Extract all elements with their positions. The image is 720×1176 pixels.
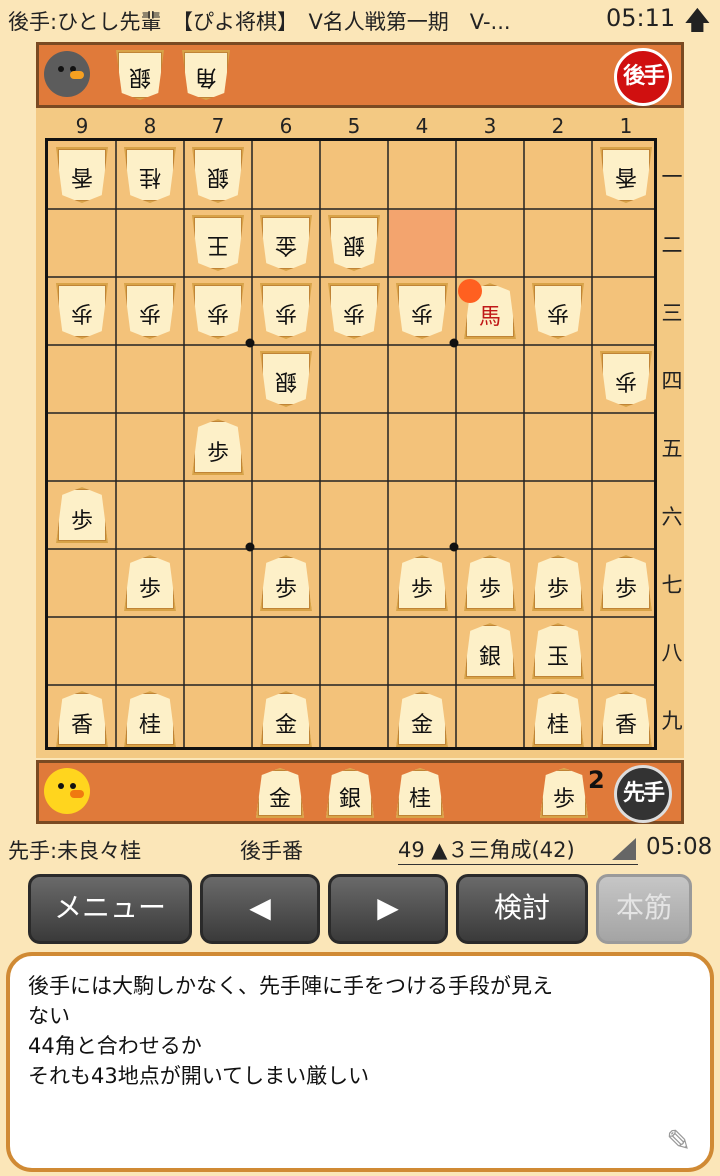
comment-line: それも43地点が開いてしまい厳しい <box>28 1064 370 1088</box>
row-label: 九 <box>661 709 683 733</box>
gote-piece[interactable]: 銀 <box>192 147 244 203</box>
gote-hand-piece[interactable]: 銀 <box>116 50 164 100</box>
gote-piece[interactable]: 歩 <box>192 283 244 339</box>
sente-piece[interactable]: 歩 <box>464 555 516 611</box>
upload-arrow-icon: 🡅 <box>684 6 711 36</box>
row-label: 六 <box>661 505 683 529</box>
turn-indicator: 後手番 <box>240 839 303 863</box>
sente-hand-piece[interactable]: 桂 <box>396 768 444 818</box>
row-label: 八 <box>661 641 683 665</box>
sente-piece[interactable]: 歩 <box>192 419 244 475</box>
pencil-icon[interactable]: ✎ <box>666 1124 691 1159</box>
comment-line: 後手には大駒しかなく、先手陣に手をつける手段が見え <box>28 974 553 998</box>
sente-piece[interactable]: 香 <box>56 691 108 747</box>
menu-button[interactable]: メニュー <box>28 874 192 944</box>
column-label: 1 <box>619 114 633 138</box>
sente-piece[interactable]: 歩 <box>260 555 312 611</box>
gote-avatar[interactable] <box>44 51 90 97</box>
move-selector[interactable]: 49 ▲３三角成(42) <box>398 834 638 865</box>
column-label: 2 <box>551 114 565 138</box>
gote-piece[interactable]: 歩 <box>600 351 652 407</box>
sente-piece[interactable]: 金 <box>260 691 312 747</box>
mainline-button: 本筋 <box>596 874 692 944</box>
sente-piece[interactable]: 歩 <box>396 555 448 611</box>
comment-line: ない <box>28 1004 70 1028</box>
window-title: 後手:ひとし先輩 【ぴよ将棋】 V名人戦第一期 V-... <box>8 10 511 34</box>
sente-piece[interactable]: 歩 <box>124 555 176 611</box>
comment-line: 44角と合わせるか <box>28 1034 202 1058</box>
sente-player-name: 先手:未良々桂 <box>8 839 142 863</box>
row-label: 四 <box>661 369 683 393</box>
pawn-count: 2 <box>588 766 605 794</box>
sente-piece[interactable]: 香 <box>600 691 652 747</box>
sente-piece[interactable]: 桂 <box>532 691 584 747</box>
sente-hand-piece[interactable]: 歩 <box>540 768 588 818</box>
dropdown-corner-icon <box>612 838 636 860</box>
gote-piece[interactable]: 歩 <box>328 283 380 339</box>
last-move-origin-highlight <box>389 210 455 276</box>
comment-box[interactable]: 後手には大駒しかなく、先手陣に手をつける手段が見え ない 44角と合わせるか そ… <box>6 952 714 1172</box>
column-label: 3 <box>483 114 497 138</box>
gote-piece[interactable]: 歩 <box>532 283 584 339</box>
sente-piece[interactable]: 歩 <box>532 555 584 611</box>
sente-badge: 先手 <box>614 765 672 823</box>
analyze-button[interactable]: 検討 <box>456 874 588 944</box>
gote-piece[interactable]: 香 <box>56 147 108 203</box>
sente-hand-piece[interactable]: 金 <box>256 768 304 818</box>
column-label: 4 <box>415 114 429 138</box>
column-label: 8 <box>143 114 157 138</box>
sente-piece[interactable]: 歩 <box>600 555 652 611</box>
row-label: 五 <box>661 437 683 461</box>
last-move-marker <box>458 279 482 303</box>
sente-piece[interactable]: 歩 <box>56 487 108 543</box>
row-label: 七 <box>661 573 683 597</box>
gote-piece[interactable]: 桂 <box>124 147 176 203</box>
sente-piece[interactable]: 桂 <box>124 691 176 747</box>
clock: 05:11 <box>606 4 676 32</box>
sente-piece[interactable]: 玉 <box>532 623 584 679</box>
column-label: 5 <box>347 114 361 138</box>
gote-badge: 後手 <box>614 48 672 106</box>
gote-piece[interactable]: 香 <box>600 147 652 203</box>
gote-piece[interactable]: 歩 <box>124 283 176 339</box>
gote-hand-piece[interactable]: 角 <box>182 50 230 100</box>
column-label: 6 <box>279 114 293 138</box>
next-move-button[interactable]: ▶ <box>328 874 448 944</box>
prev-move-button[interactable]: ◀ <box>200 874 320 944</box>
elapsed-time: 05:08 <box>646 834 713 860</box>
sente-hand-piece[interactable]: 銀 <box>326 768 374 818</box>
row-label: 三 <box>661 301 683 325</box>
column-label: 7 <box>211 114 225 138</box>
column-label: 9 <box>75 114 89 138</box>
gote-piece[interactable]: 歩 <box>56 283 108 339</box>
gote-piece[interactable]: 金 <box>260 215 312 271</box>
gote-piece[interactable]: 銀 <box>328 215 380 271</box>
gote-piece[interactable]: 銀 <box>260 351 312 407</box>
row-label: 一 <box>661 165 683 189</box>
row-label: 二 <box>661 233 683 257</box>
sente-piece[interactable]: 金 <box>396 691 448 747</box>
gote-piece[interactable]: 王 <box>192 215 244 271</box>
gote-piece[interactable]: 歩 <box>260 283 312 339</box>
gote-piece[interactable]: 歩 <box>396 283 448 339</box>
sente-avatar[interactable] <box>44 768 90 814</box>
sente-piece[interactable]: 銀 <box>464 623 516 679</box>
